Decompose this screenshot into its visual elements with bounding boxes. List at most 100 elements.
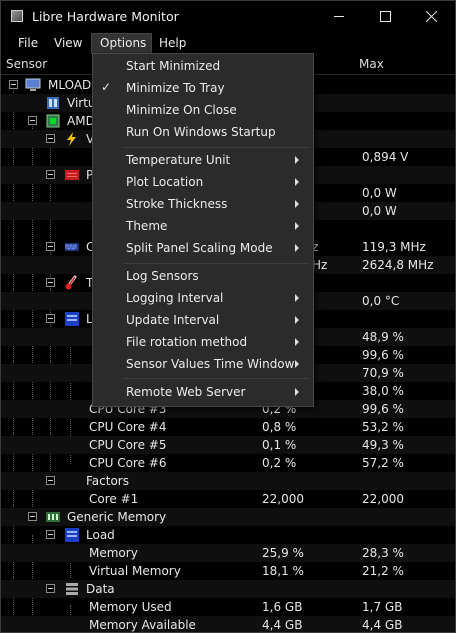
menu-item-update-interval[interactable]: Update Interval (93, 309, 313, 331)
tree-row-cpu-core-6[interactable]: CPU Core #6 0,2 % 57,2 % (1, 454, 455, 472)
maximize-button[interactable] (362, 1, 408, 32)
menu-item-label: Sensor Values Time Window (126, 357, 295, 371)
menu-item-temperature-unit[interactable]: Temperature Unit (93, 149, 313, 171)
submenu-arrow-icon (295, 360, 299, 368)
tree-label: Data (86, 582, 115, 596)
collapse-icon[interactable] (28, 512, 37, 521)
tree-label: CPU Core #5 (89, 438, 167, 452)
menu-help[interactable]: Help (151, 33, 194, 54)
sensor-value: 0,8 % (262, 420, 297, 434)
options-menu: Start Minimized ✓ Minimize To Tray Minimi… (92, 53, 314, 407)
max-value: 2624,8 MHz (362, 258, 434, 272)
tree-row-core-1[interactable]: Core #1 22,000 22,000 (1, 490, 455, 508)
max-value: 0,0 °C (362, 294, 400, 308)
max-value: 0,0 W (362, 186, 397, 200)
submenu-arrow-icon (295, 316, 299, 324)
menu-view[interactable]: View (46, 33, 90, 54)
menu-item-file-rotation[interactable]: File rotation method (93, 331, 313, 353)
tree-row-memory-available[interactable]: Memory Available 4,4 GB 4,4 GB (1, 616, 455, 632)
menu-item-start-minimized[interactable]: Start Minimized (93, 55, 313, 77)
max-value: 48,9 % (362, 330, 404, 344)
menu-item-label: Theme (126, 219, 168, 233)
menu-separator (123, 147, 309, 148)
collapse-icon[interactable] (46, 278, 55, 287)
column-sensor[interactable]: Sensor (6, 57, 47, 71)
menu-item-logging-interval[interactable]: Logging Interval (93, 287, 313, 309)
cpu-icon (46, 114, 60, 128)
tree-row-generic-memory[interactable]: Generic Memory (1, 508, 455, 526)
collapse-icon[interactable] (28, 116, 37, 125)
collapse-icon[interactable] (46, 476, 55, 485)
menu-options[interactable]: Options (91, 33, 152, 54)
sensor-value: Hz (312, 258, 328, 272)
collapse-icon[interactable] (9, 80, 18, 89)
submenu-arrow-icon (295, 294, 299, 302)
menu-item-label: Minimize On Close (126, 103, 237, 117)
menu-item-label: Log Sensors (126, 269, 199, 283)
submenu-arrow-icon (295, 156, 299, 164)
menu-item-minimize-to-tray[interactable]: ✓ Minimize To Tray (93, 77, 313, 99)
sensor-value: 22,000 (262, 492, 304, 506)
minimize-button[interactable] (316, 1, 362, 32)
menu-item-theme[interactable]: Theme (93, 215, 313, 237)
app-window: Libre Hardware Monitor File View Options… (0, 0, 456, 633)
voltage-icon (67, 132, 76, 146)
menu-item-label: Minimize To Tray (126, 81, 225, 95)
data-icon (66, 583, 78, 595)
tree-row-factors[interactable]: Factors (1, 472, 455, 490)
menu-bar: File View Options Help (1, 33, 455, 54)
submenu-arrow-icon (295, 178, 299, 186)
menu-item-label: Start Minimized (126, 59, 221, 73)
tree-row-virtual-memory[interactable]: Virtual Memory 18,1 % 21,2 % (1, 562, 455, 580)
load-icon (65, 528, 79, 542)
max-value: 38,0 % (362, 384, 404, 398)
menu-item-minimize-on-close[interactable]: Minimize On Close (93, 99, 313, 121)
max-value: 99,6 % (362, 348, 404, 362)
menu-item-plot-location[interactable]: Plot Location (93, 171, 313, 193)
tree-label: Virtual Memory (89, 564, 181, 578)
tree-label: Factors (86, 474, 129, 488)
virtual-machine-icon (47, 97, 59, 109)
computer-icon (25, 78, 41, 91)
tree-label: Memory Used (89, 600, 172, 614)
max-value: 53,2 % (362, 420, 404, 434)
max-value: 49,3 % (362, 438, 404, 452)
app-icon (11, 10, 23, 22)
max-value: 99,6 % (362, 402, 404, 416)
menu-item-log-sensors[interactable]: Log Sensors (93, 265, 313, 287)
close-icon (425, 11, 437, 22)
collapse-icon[interactable] (46, 242, 55, 251)
sensor-value: 0,2 % (262, 456, 297, 470)
close-button[interactable] (408, 1, 454, 32)
tree-row-load[interactable]: Load (1, 526, 455, 544)
collapse-icon[interactable] (46, 584, 55, 593)
column-max[interactable]: Max (359, 57, 384, 71)
sensor-value: 4,4 GB (262, 618, 303, 632)
menu-item-remote-web-server[interactable]: Remote Web Server (93, 381, 313, 403)
tree-row-memory-used[interactable]: Memory Used 1,6 GB 1,7 GB (1, 598, 455, 616)
power-icon (65, 170, 79, 180)
collapse-icon[interactable] (46, 134, 55, 143)
menu-item-label: Split Panel Scaling Mode (126, 241, 273, 255)
tree-row-cpu-core-4[interactable]: CPU Core #4 0,8 % 53,2 % (1, 418, 455, 436)
submenu-arrow-icon (295, 200, 299, 208)
tree-row-data[interactable]: Data (1, 580, 455, 598)
load-icon (65, 312, 79, 326)
collapse-icon[interactable] (46, 314, 55, 323)
menu-item-run-on-startup[interactable]: Run On Windows Startup (93, 121, 313, 143)
title-bar[interactable]: Libre Hardware Monitor (1, 1, 455, 32)
menu-item-label: Temperature Unit (126, 153, 231, 167)
menu-item-label: Remote Web Server (126, 385, 246, 399)
menu-item-split-panel-scaling[interactable]: Split Panel Scaling Mode (93, 237, 313, 259)
collapse-icon[interactable] (46, 530, 55, 539)
tree-row-memory[interactable]: Memory 25,9 % 28,3 % (1, 544, 455, 562)
tree-row-cpu-core-5[interactable]: CPU Core #5 0,1 % 49,3 % (1, 436, 455, 454)
max-value: 22,000 (362, 492, 404, 506)
menu-item-stroke-thickness[interactable]: Stroke Thickness (93, 193, 313, 215)
collapse-icon[interactable] (46, 170, 55, 179)
menu-item-sensor-time-window[interactable]: Sensor Values Time Window (93, 353, 313, 375)
sensor-value: 0,1 % (262, 438, 297, 452)
window-title: Libre Hardware Monitor (32, 9, 179, 24)
menu-item-label: Plot Location (126, 175, 204, 189)
menu-file[interactable]: File (10, 33, 46, 54)
